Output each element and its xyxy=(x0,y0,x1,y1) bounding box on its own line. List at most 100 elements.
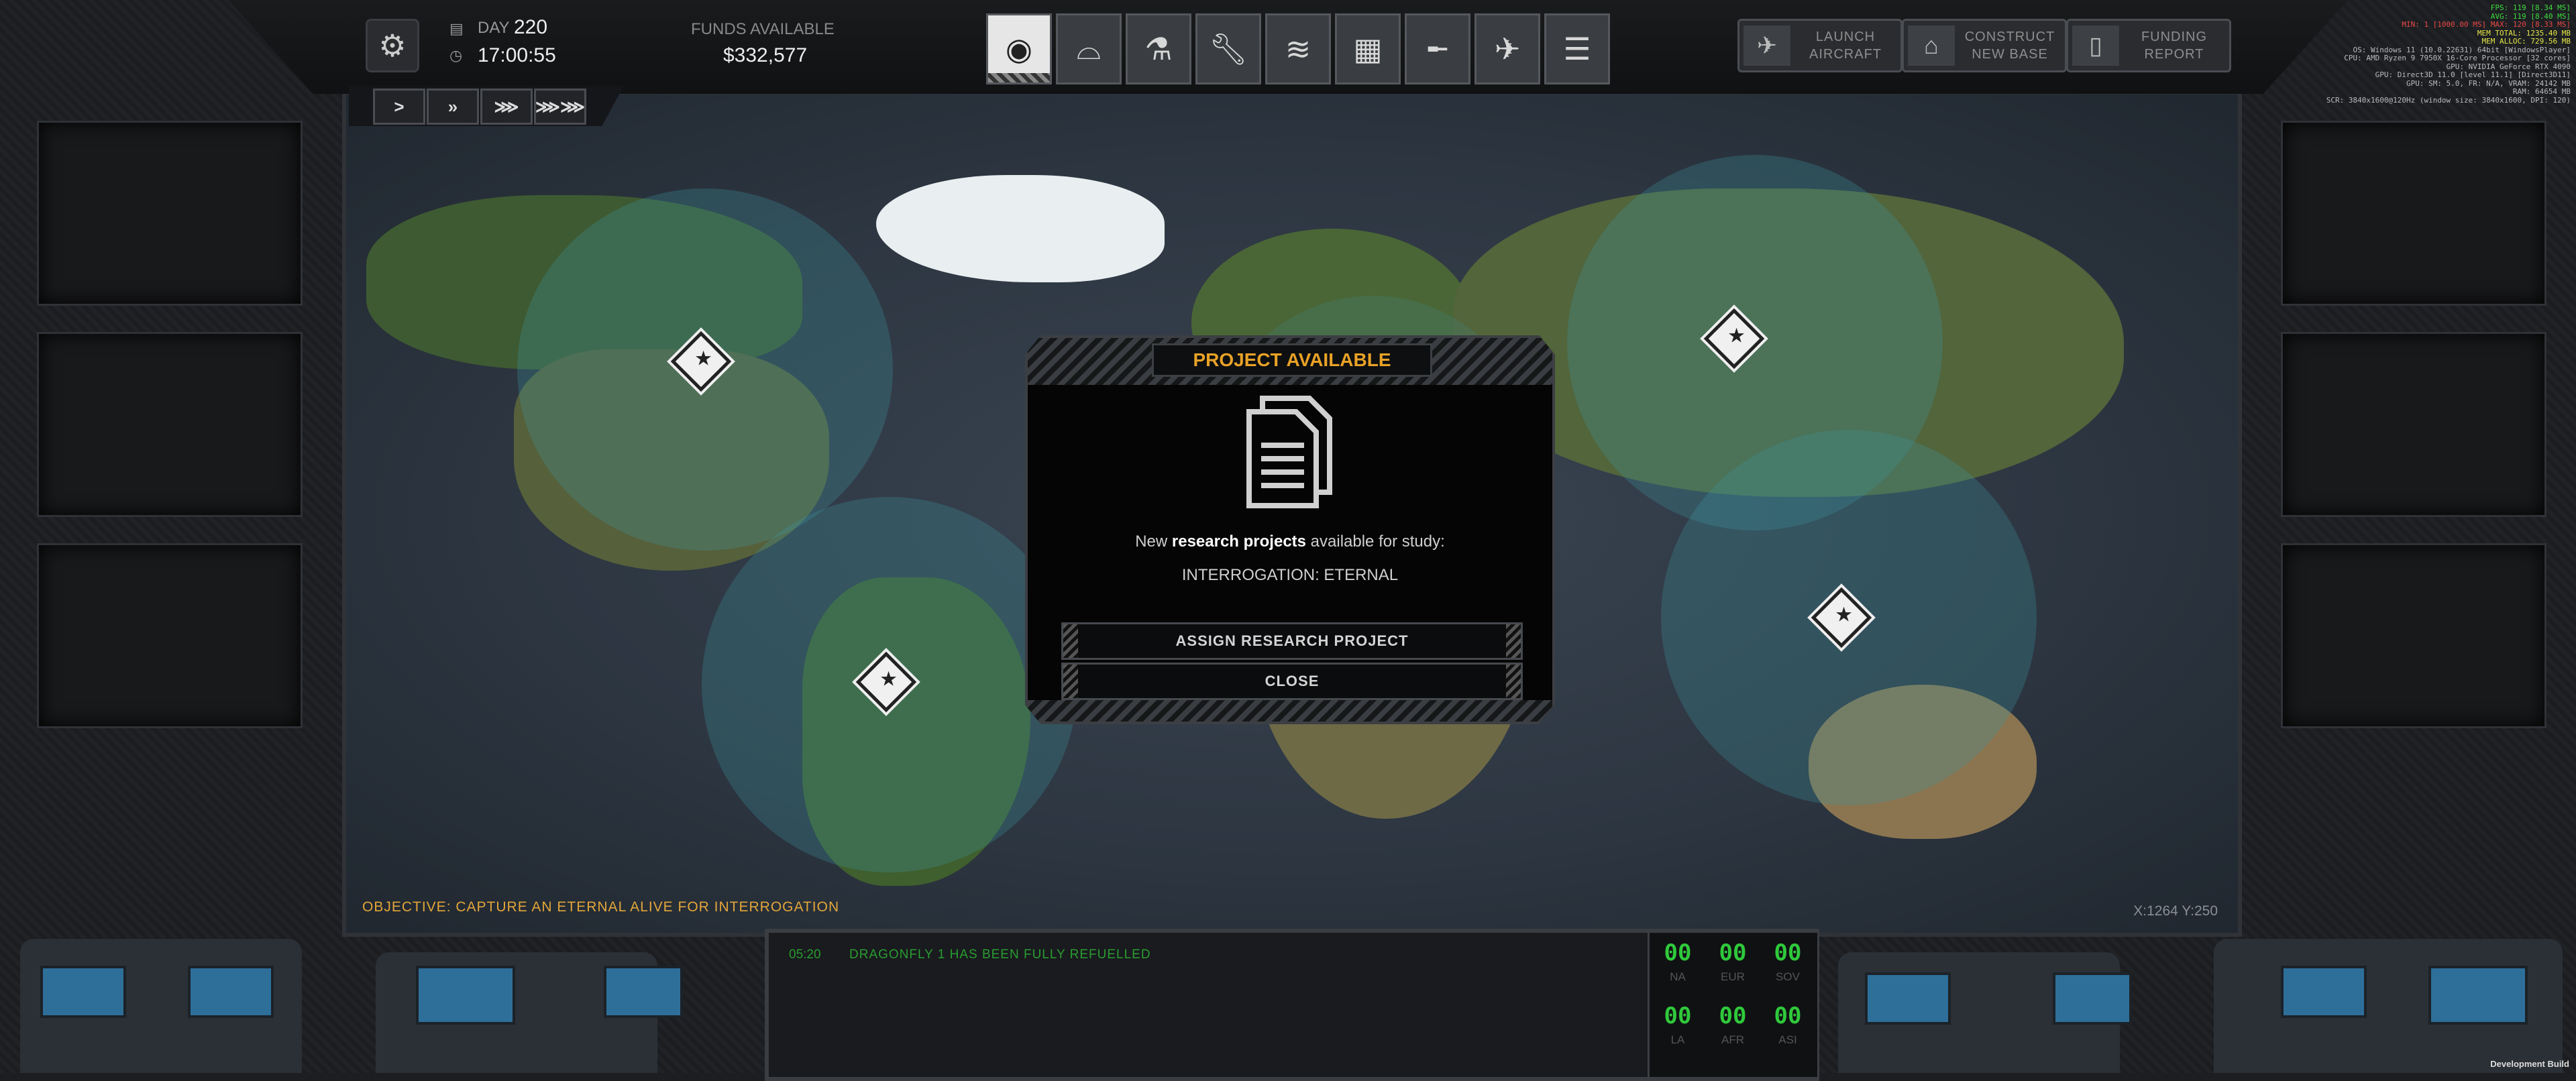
left-panel-1 xyxy=(37,121,303,306)
dialog-message: New research projects available for stud… xyxy=(1028,532,1552,551)
project-name: INTERROGATION: ETERNAL xyxy=(1181,566,1399,584)
region-sov: 00 SOV xyxy=(1762,935,1813,996)
microscope-icon: ⚗ xyxy=(1144,32,1173,66)
monitor-left-1 xyxy=(40,966,126,1018)
jet-icon: ✈ xyxy=(1494,32,1521,66)
debug-stat-line: FPS: 119 [8.34 MS] xyxy=(2490,3,2571,12)
construct-icon: ⌂ xyxy=(1908,25,1955,66)
region-na-value: 00 xyxy=(1664,940,1692,966)
clock-icon: ◷ xyxy=(449,47,463,64)
nav-aircraft-button[interactable]: ✈ xyxy=(1474,13,1540,84)
dialog-footer-hatch xyxy=(1028,700,1552,722)
region-la-value: 00 xyxy=(1664,1003,1692,1029)
rifle-icon: ╾ xyxy=(1428,32,1447,66)
region-afr-label: AFR xyxy=(1721,1033,1744,1046)
base-grid-icon: ▦ xyxy=(1353,32,1383,66)
rank-chevrons-icon: ≋ xyxy=(1285,32,1311,66)
funds-label: FUNDS AVAILABLE xyxy=(691,20,835,38)
report-icon: ▯ xyxy=(2072,25,2119,66)
region-afr-value: 00 xyxy=(1719,1003,1747,1029)
message-bold: research projects xyxy=(1171,532,1306,551)
region-eur-label: EUR xyxy=(1721,970,1745,983)
region-sov-label: SOV xyxy=(1776,970,1800,983)
greenland xyxy=(876,175,1165,282)
right-panel-3 xyxy=(2281,543,2546,728)
star-icon: ★ xyxy=(1727,325,1746,347)
debug-stat-line: CPU: AMD Ryzen 9 7950X 16-Core Processor… xyxy=(2344,54,2571,62)
nav-engineering-button[interactable]: 🔧︎ xyxy=(1195,13,1261,84)
debug-stat-line: MIN: 1 [1000.00 MS] MAX: 120 [8.33 MS] xyxy=(2402,20,2571,29)
debug-stat-line: GPU: Direct3D 11.0 [level 11.1] [Direct3… xyxy=(2375,70,2571,79)
right-panel-2 xyxy=(2281,332,2546,517)
assign-research-button[interactable]: ASSIGN RESEARCH PROJECT xyxy=(1061,622,1523,660)
left-panel-2 xyxy=(37,332,303,517)
nav-hangar-button[interactable]: ⌓ xyxy=(1056,13,1122,84)
objective-text: OBJECTIVE: CAPTURE AN ETERNAL ALIVE FOR … xyxy=(362,899,840,915)
document-icon xyxy=(1236,392,1343,512)
debug-stat-line: RAM: 64654 MB xyxy=(2512,87,2571,96)
monitor-right-4 xyxy=(2428,966,2528,1025)
region-asi-label: ASI xyxy=(1778,1033,1797,1046)
star-icon: ★ xyxy=(1835,604,1853,626)
region-eur: 00 EUR xyxy=(1707,935,1758,996)
debug-stats: FPS: 119 [8.34 MS] AVG: 119 [8.40 MS] MIN:… xyxy=(2195,3,2571,105)
region-na: 00 NA xyxy=(1652,935,1703,996)
region-eur-value: 00 xyxy=(1719,940,1747,966)
region-afr: 00 AFR xyxy=(1707,999,1758,1059)
nav-archive-button[interactable]: ☰ xyxy=(1544,13,1610,84)
left-panel-3 xyxy=(37,543,303,728)
monitor-left-4 xyxy=(604,966,683,1018)
construct-base-button[interactable]: ⌂ CONSTRUCT NEW BASE xyxy=(1902,19,2067,72)
speed-2-button[interactable]: » xyxy=(427,89,479,125)
day-value: 220 xyxy=(514,16,548,38)
region-na-label: NA xyxy=(1670,970,1686,983)
region-sov-value: 00 xyxy=(1774,940,1802,966)
nav-base-button[interactable]: ▦ xyxy=(1335,13,1401,84)
region-la-label: LA xyxy=(1670,1033,1685,1046)
star-icon: ★ xyxy=(694,347,712,370)
log-message[interactable]: DRAGONFLY 1 HAS BEEN FULLY REFUELLED xyxy=(849,948,1151,962)
debug-stat-line: SCR: 3840x1600@120Hz (window size: 3840x… xyxy=(2326,95,2571,105)
close-button[interactable]: CLOSE xyxy=(1061,663,1523,700)
settings-gear-icon[interactable]: ⚙ xyxy=(366,19,419,72)
launch-aircraft-button[interactable]: ✈ LAUNCH AIRCRAFT xyxy=(1737,19,1902,72)
nav-soldiers-button[interactable]: ≋ xyxy=(1265,13,1331,84)
calendar-icon: ▤ xyxy=(449,20,464,37)
monitor-right-3 xyxy=(2281,966,2367,1018)
log-time: 05:20 xyxy=(789,948,821,962)
message-suffix: available for study: xyxy=(1306,532,1445,551)
funds-value: $332,577 xyxy=(723,44,808,66)
archive-icon: ☰ xyxy=(1563,32,1591,66)
launch-label-2: AIRCRAFT xyxy=(1809,47,1882,62)
development-build-label: Development Build xyxy=(2490,1059,2569,1069)
project-available-dialog: PROJECT AVAILABLE New research projects … xyxy=(1025,335,1555,724)
message-prefix: New xyxy=(1135,532,1172,551)
wrench-icon: 🔧︎ xyxy=(1208,31,1248,66)
debug-stat-line: MEM ALLOC: 729.56 MB xyxy=(2481,37,2571,46)
speed-3-button[interactable]: ⋙ xyxy=(480,89,533,125)
dialog-title: PROJECT AVAILABLE xyxy=(1152,343,1432,377)
message-console: 05:20 DRAGONFLY 1 HAS BEEN FULLY REFUELL… xyxy=(765,929,1819,1081)
construct-label-2: NEW BASE xyxy=(1972,47,2048,62)
region-panel: 00 NA 00 EUR 00 SOV 00 LA 00 AFR 00 ASI xyxy=(1648,933,1817,1077)
region-asi-value: 00 xyxy=(1774,1003,1802,1029)
speed-4-button[interactable]: ⋙⋙ xyxy=(534,89,586,125)
hangar-icon: ⌓ xyxy=(1076,31,1102,66)
region-la: 00 LA xyxy=(1652,999,1703,1059)
aircraft-launch-icon: ✈ xyxy=(1743,25,1790,66)
day-label: DAY xyxy=(478,19,510,37)
nav-research-button[interactable]: ⚗ xyxy=(1126,13,1191,84)
speed-1-button[interactable]: > xyxy=(373,89,425,125)
monitor-left-2 xyxy=(188,966,274,1018)
nav-weapons-button[interactable]: ╾ xyxy=(1405,13,1470,84)
cursor-coordinates: X:1264 Y:250 xyxy=(2133,903,2218,919)
nav-globe-button[interactable]: ◉ xyxy=(986,13,1052,84)
time-value: 17:00:55 xyxy=(478,44,556,66)
star-icon: ★ xyxy=(879,668,898,691)
construct-label-1: CONSTRUCT xyxy=(1964,30,2055,44)
globe-icon: ◉ xyxy=(1005,32,1033,66)
launch-label-1: LAUNCH xyxy=(1815,30,1876,44)
monitor-right-1 xyxy=(1865,972,1951,1025)
monitor-right-2 xyxy=(2053,972,2132,1025)
region-asi: 00 ASI xyxy=(1762,999,1813,1059)
